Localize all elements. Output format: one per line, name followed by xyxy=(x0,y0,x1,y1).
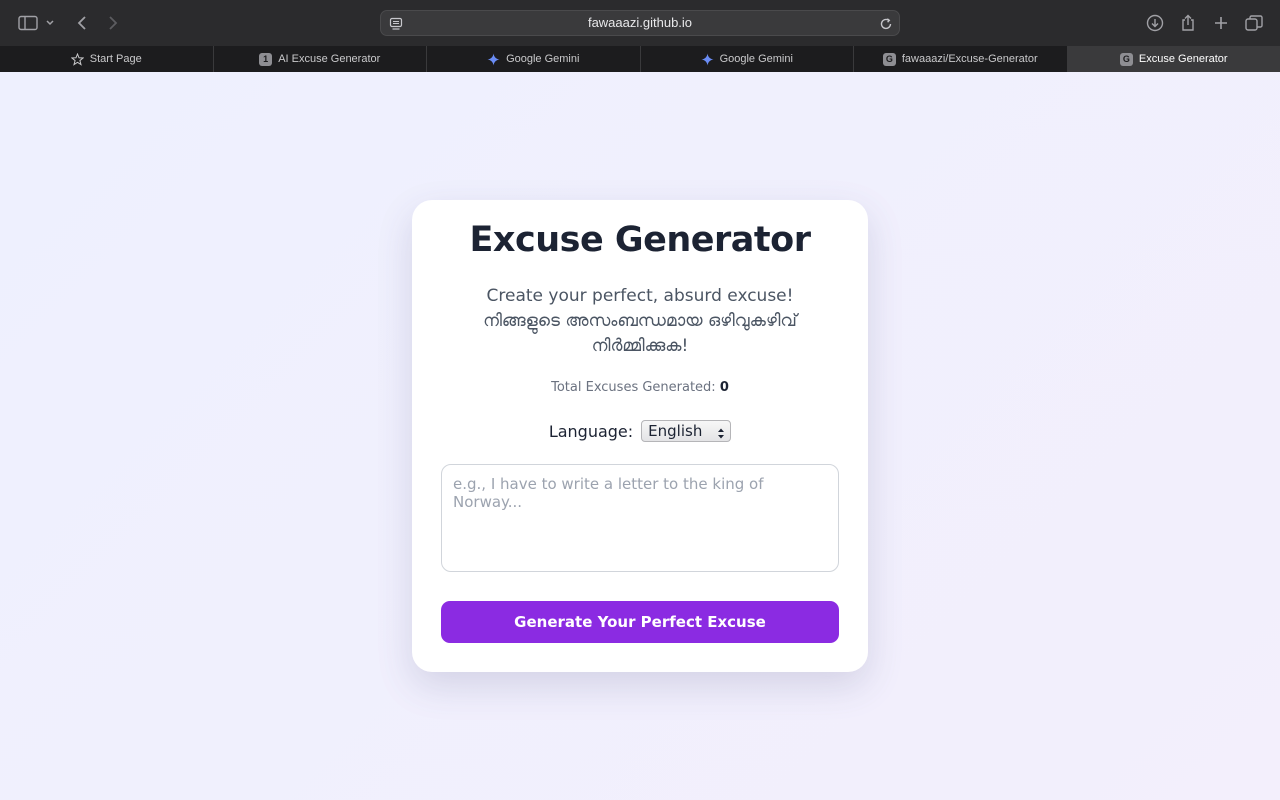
tab-label: Google Gemini xyxy=(506,53,580,65)
counter-value: 0 xyxy=(719,380,729,395)
subtitle-english: Create your perfect, absurd excuse! xyxy=(486,286,794,306)
select-arrows-icon xyxy=(717,425,725,445)
language-select[interactable]: English xyxy=(641,420,732,445)
reload-icon[interactable] xyxy=(879,16,893,35)
generator-card: Excuse Generator Create your perfect, ab… xyxy=(412,200,868,672)
generate-button[interactable]: Generate Your Perfect Excuse xyxy=(441,601,839,643)
url-text: fawaaazi.github.io xyxy=(587,15,693,30)
favicon-icon: G xyxy=(882,52,896,66)
excuse-input-placeholder: e.g., I have to write a letter to the ki… xyxy=(453,475,764,511)
tab-ai-excuse-generator[interactable]: 1 AI Excuse Generator xyxy=(214,46,427,72)
tab-google-gemini-2[interactable]: Google Gemini xyxy=(641,46,854,72)
tab-label: Start Page xyxy=(89,53,142,65)
star-icon xyxy=(70,52,84,66)
back-icon[interactable] xyxy=(70,11,94,35)
page-content: Excuse Generator Create your perfect, ab… xyxy=(0,72,1280,800)
favicon-icon: 1 xyxy=(259,52,273,66)
page-title: Excuse Generator xyxy=(469,220,811,260)
tab-label: Excuse Generator xyxy=(1138,53,1228,65)
favicon-icon: G xyxy=(1119,52,1133,66)
gemini-icon xyxy=(487,53,500,66)
new-tab-icon[interactable] xyxy=(1209,11,1233,35)
excuse-counter: Total Excuses Generated: 0 xyxy=(412,380,868,395)
tab-github-repo[interactable]: G fawaaazi/Excuse-Generator xyxy=(854,46,1068,72)
subtitle-malayalam: നിങ്ങളുടെ അസംബന്ധമായ ഒഴിവുകഴിവ് നിർമ്മിക… xyxy=(483,311,797,356)
tab-label: fawaaazi/Excuse-Generator xyxy=(901,53,1038,65)
forward-icon[interactable] xyxy=(101,11,125,35)
address-bar[interactable]: fawaaazi.github.io xyxy=(380,10,900,36)
chevron-down-icon[interactable] xyxy=(40,11,60,35)
sidebar-toggle-icon[interactable] xyxy=(16,11,40,35)
download-icon[interactable] xyxy=(1143,11,1167,35)
tab-strip: Start Page 1 AI Excuse Generator Google … xyxy=(0,46,1280,72)
tab-overview-icon[interactable] xyxy=(1242,11,1266,35)
share-icon[interactable] xyxy=(1176,11,1200,35)
browser-toolbar: fawaaazi.github.io xyxy=(0,0,1280,46)
tab-google-gemini[interactable]: Google Gemini xyxy=(427,46,641,72)
subtitle: Create your perfect, absurd excuse! നിങ്… xyxy=(452,284,828,359)
gemini-icon xyxy=(701,53,714,66)
tab-excuse-generator[interactable]: G Excuse Generator xyxy=(1067,46,1280,72)
language-row: Language: English xyxy=(412,420,868,442)
tab-label: Google Gemini xyxy=(719,53,793,65)
generate-button-label: Generate Your Perfect Excuse xyxy=(514,613,766,631)
tab-start-page[interactable]: Start Page xyxy=(0,46,214,72)
counter-label: Total Excuses Generated: xyxy=(551,380,716,395)
excuse-input[interactable]: e.g., I have to write a letter to the ki… xyxy=(441,464,839,572)
language-label: Language: xyxy=(548,421,634,441)
tab-label: AI Excuse Generator xyxy=(278,53,381,65)
language-selected-value: English xyxy=(648,422,703,440)
